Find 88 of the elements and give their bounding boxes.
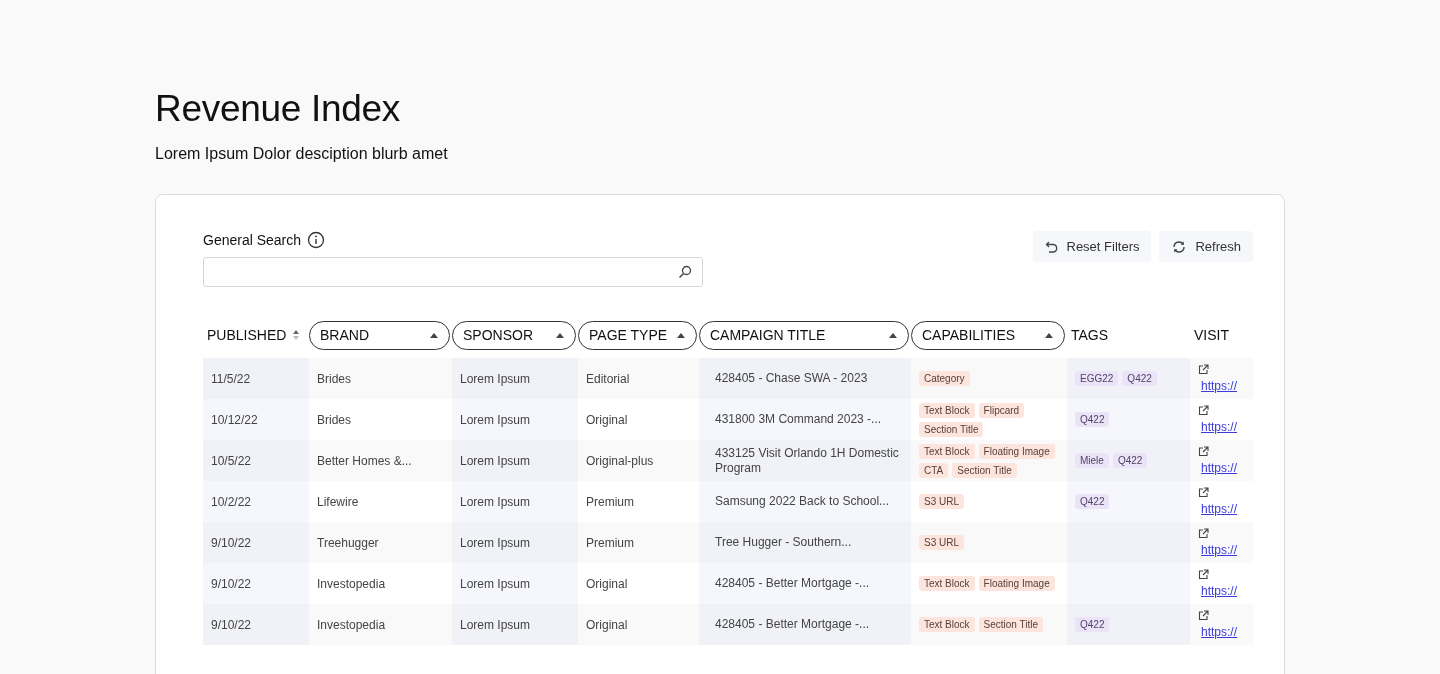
table-cell: Original: [578, 604, 699, 645]
column-filter-dropdown[interactable]: CAPABILITIES: [911, 320, 1065, 350]
tag: EGG22: [1075, 371, 1119, 386]
capability-tag: Section Title: [952, 462, 1017, 478]
table-cell: Editorial: [578, 358, 699, 399]
search-label: General Search: [203, 232, 302, 248]
info-icon[interactable]: [307, 231, 326, 249]
table-cell: 11/5/22: [203, 358, 309, 399]
visit-link[interactable]: https://: [1201, 584, 1238, 598]
table-cell: 428405 - Better Mortgage -...: [699, 604, 911, 645]
column-header: VISIT: [1193, 327, 1229, 343]
page-description: Lorem Ipsum Dolor desciption blurb amet: [155, 144, 449, 164]
external-link-icon[interactable]: [1198, 405, 1209, 416]
caret-icon: [555, 331, 565, 339]
undo-icon: [1044, 239, 1059, 254]
table-cell: Lorem Ipsum: [452, 399, 578, 440]
table-cell: 10/5/22: [203, 440, 309, 481]
caret-icon: [1044, 331, 1054, 339]
tag: Miele: [1075, 453, 1109, 468]
caret-icon: [888, 331, 898, 339]
tag: Q422: [1122, 371, 1157, 386]
table-cell: Lorem Ipsum: [452, 522, 578, 563]
table-cell: Lorem Ipsum: [452, 481, 578, 522]
table-cell: 9/10/22: [203, 563, 309, 604]
table-cell: Original-plus: [578, 440, 699, 481]
column-filter-dropdown[interactable]: BRAND: [309, 320, 450, 350]
tag: Q422: [1075, 617, 1110, 632]
reset-filters-button[interactable]: Reset Filters: [1032, 231, 1152, 262]
capability-tag: Floating Image: [978, 443, 1055, 459]
table-cell: Samsung 2022 Back to School...: [699, 481, 911, 522]
capability-tag: Category: [919, 371, 970, 386]
external-link-icon[interactable]: [1198, 487, 1209, 498]
table-cell: Lorem Ipsum: [452, 440, 578, 481]
column-filter-dropdown[interactable]: SPONSOR: [452, 320, 576, 350]
capability-tag: CTA: [919, 462, 949, 478]
column-filter-dropdown[interactable]: CAMPAIGN TITLE: [699, 320, 909, 350]
visit-link[interactable]: https://: [1201, 625, 1238, 639]
capability-tag: Section Title: [919, 421, 984, 437]
external-link-icon[interactable]: [1198, 610, 1209, 621]
capability-tag: Text Block: [919, 617, 975, 632]
table-cell: Tree Hugger - Southern...: [699, 522, 911, 563]
capability-tag: Text Block: [919, 402, 975, 418]
table-cell: Brides: [309, 358, 452, 399]
refresh-icon: [1171, 239, 1188, 254]
search-field[interactable]: [203, 257, 703, 287]
capability-tag: Text Block: [919, 443, 975, 459]
table-cell: Lorem Ipsum: [452, 563, 578, 604]
page-title: Revenue Index: [155, 87, 401, 131]
external-link-icon[interactable]: [1198, 446, 1209, 457]
table-cell: Better Homes &...: [309, 440, 452, 481]
column-header: TAGS: [1070, 327, 1109, 343]
table-cell: Treehugger: [309, 522, 452, 563]
table-cell: 9/10/22: [203, 604, 309, 645]
visit-link[interactable]: https://: [1201, 543, 1238, 557]
column-header[interactable]: PUBLISHED: [203, 327, 287, 343]
visit-link[interactable]: https://: [1201, 502, 1238, 516]
visit-link[interactable]: https://: [1201, 461, 1238, 475]
capability-tag: Section Title: [978, 617, 1044, 632]
caret-icon: [429, 331, 439, 339]
capability-tag: Flipcard: [978, 402, 1025, 418]
caret-icon: [676, 331, 686, 339]
table-cell: Lorem Ipsum: [452, 604, 578, 645]
tag: Q422: [1075, 494, 1110, 509]
table-cell: Premium: [578, 522, 699, 563]
capability-tag: S3 URL: [919, 535, 964, 550]
table-cell: 428405 - Chase SWA - 2023: [699, 358, 911, 399]
tag: Q422: [1075, 412, 1110, 427]
sort-icon[interactable]: [292, 329, 301, 341]
visit-link[interactable]: https://: [1201, 379, 1238, 393]
table-cell: 10/2/22: [203, 481, 309, 522]
external-link-icon[interactable]: [1198, 364, 1209, 375]
table-cell: Lorem Ipsum: [452, 358, 578, 399]
column-filter-dropdown[interactable]: PAGE TYPE: [578, 320, 697, 350]
external-link-icon[interactable]: [1198, 528, 1209, 539]
table-cell: 10/12/22: [203, 399, 309, 440]
capability-tag: Text Block: [919, 576, 975, 591]
search-icon[interactable]: [678, 265, 692, 279]
visit-link[interactable]: https://: [1201, 420, 1238, 434]
refresh-button[interactable]: Refresh: [1159, 231, 1253, 262]
external-link-icon[interactable]: [1198, 569, 1209, 580]
tag: Q422: [1112, 453, 1148, 468]
table-cell: 428405 - Better Mortgage -...: [699, 563, 911, 604]
table-cell: 431800 3M Command 2023 -...: [699, 399, 911, 440]
table-cell: 9/10/22: [203, 522, 309, 563]
table-cell: 433125 Visit Orlando 1H Domestic Program: [699, 440, 911, 481]
table-cell: Investopedia: [309, 604, 452, 645]
capability-tag: S3 URL: [919, 494, 964, 509]
capability-tag: Floating Image: [978, 576, 1055, 591]
